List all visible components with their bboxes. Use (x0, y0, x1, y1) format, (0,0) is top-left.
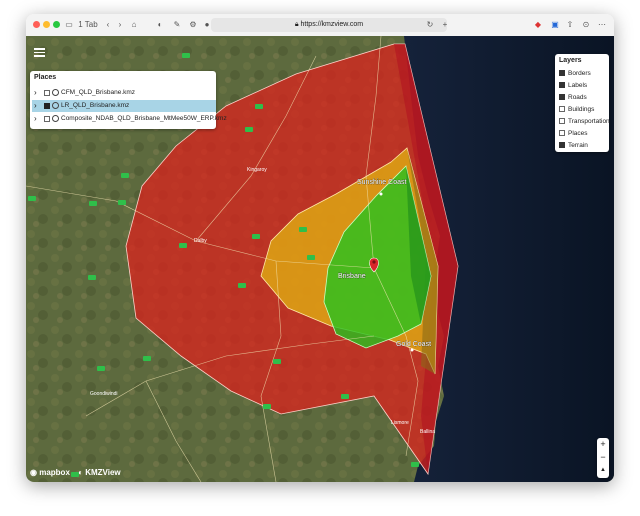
city-label-gold-coast: Gold Coast (396, 341, 431, 348)
sunshine-coast-dot (379, 192, 383, 196)
forward-icon[interactable]: › (116, 18, 124, 32)
place-checkbox[interactable] (44, 116, 50, 122)
expand-icon[interactable]: › (34, 87, 37, 99)
place-item[interactable]: › CFM_QLD_Brisbane.kmz (32, 87, 216, 99)
map-canvas[interactable]: Sunshine Coast Brisbane Gold Coast Kinga… (26, 36, 614, 482)
city-label-brisbane: Brisbane (338, 273, 366, 280)
new-tab-icon[interactable]: + (441, 18, 449, 32)
kmzview-logo-icon[interactable]: ◐ (78, 468, 83, 477)
place-checkbox[interactable] (44, 103, 50, 109)
layer-checkbox[interactable] (559, 106, 565, 112)
layers-panel: Layers Borders Labels Roads Buildings Tr… (555, 54, 610, 152)
place-checkbox[interactable] (44, 90, 50, 96)
browser-toolbar: ▭ 1 Tab ‹ › ⌂ ◐ ✎ ⚙ ● 🔒︎ https://kmzview… (26, 14, 614, 37)
city-label-ballina: Ballina (420, 429, 435, 435)
sidebar-toggle-icon[interactable]: ▭ (64, 18, 74, 32)
gold-coast-dot (410, 348, 414, 352)
url-bar[interactable]: 🔒︎ https://kmzview.com (211, 18, 447, 32)
attribution: ◉ mapbox ◐ KMZView (30, 468, 121, 477)
mapbox-label[interactable]: mapbox (39, 468, 70, 477)
close-window-button[interactable] (33, 21, 40, 28)
place-name: CFM_QLD_Brisbane.kmz (61, 89, 136, 96)
extension-blue-icon[interactable]: ▣ (551, 18, 559, 32)
mapbox-logo-icon[interactable]: ◉ (30, 468, 37, 477)
city-label-goondiwindi: Goondiwindi (90, 391, 118, 397)
place-item[interactable]: › Composite_NDAB_QLD_Brisbane_MtMee50W_E… (32, 113, 227, 125)
home-icon[interactable]: ⌂ (130, 18, 138, 32)
city-label-sunshine-coast: Sunshine Coast (357, 179, 406, 186)
lock-icon: 🔒︎ (294, 21, 299, 28)
globe-icon (52, 115, 59, 122)
places-panel: Places › CFM_QLD_Brisbane.kmz › LR_QLD_B… (30, 71, 227, 129)
globe-icon (52, 102, 59, 109)
layer-checkbox[interactable] (559, 70, 565, 76)
layer-checkbox[interactable] (559, 142, 565, 148)
minimize-window-button[interactable] (43, 21, 50, 28)
extensions-icon[interactable]: ⚙ (189, 18, 197, 32)
reload-icon[interactable]: ↻ (426, 18, 434, 32)
tools-icon[interactable]: ✎ (173, 18, 181, 32)
layer-checkbox[interactable] (559, 94, 565, 100)
back-icon[interactable]: ‹ (104, 18, 112, 32)
globe-icon (52, 89, 59, 96)
place-item-selected[interactable]: › LR_QLD_Brisbane.kmz (32, 100, 216, 112)
more-icon[interactable]: ⋯ (598, 18, 606, 32)
city-label-lismore: Lismore (391, 420, 409, 426)
extension-red-icon[interactable]: ◆ (534, 18, 542, 32)
city-label-dalby: Dalby (194, 238, 207, 244)
download-icon[interactable]: ⊙ (582, 18, 590, 32)
compass-icon[interactable]: ▲ (597, 464, 609, 477)
city-label-kingaroy: Kingaroy (247, 167, 267, 173)
zoom-window-button[interactable] (53, 21, 60, 28)
shield-icon[interactable]: ◐ (156, 18, 164, 32)
kmzview-label[interactable]: KMZView (85, 468, 120, 477)
zoom-out-button[interactable]: − (597, 451, 609, 464)
zoom-controls: + − ▲ (597, 438, 609, 478)
layers-title: Layers (559, 57, 582, 64)
layer-checkbox[interactable] (559, 82, 565, 88)
share-icon[interactable]: ⇧ (566, 18, 574, 32)
expand-icon[interactable]: › (34, 100, 37, 112)
tab-count[interactable]: 1 Tab (78, 18, 98, 32)
expand-icon[interactable]: › (34, 113, 37, 125)
place-name: Composite_NDAB_QLD_Brisbane_MtMee50W_ERP… (61, 115, 227, 122)
places-title: Places (34, 74, 57, 81)
layer-checkbox[interactable] (559, 130, 565, 136)
browser-window: ▭ 1 Tab ‹ › ⌂ ◐ ✎ ⚙ ● 🔒︎ https://kmzview… (26, 14, 614, 482)
place-name: LR_QLD_Brisbane.kmz (61, 102, 130, 109)
url-text: https://kmzview.com (300, 21, 364, 28)
site-icon: ● (204, 20, 210, 29)
menu-icon[interactable] (34, 46, 46, 57)
layer-checkbox[interactable] (559, 118, 565, 124)
zoom-in-button[interactable]: + (597, 438, 609, 451)
